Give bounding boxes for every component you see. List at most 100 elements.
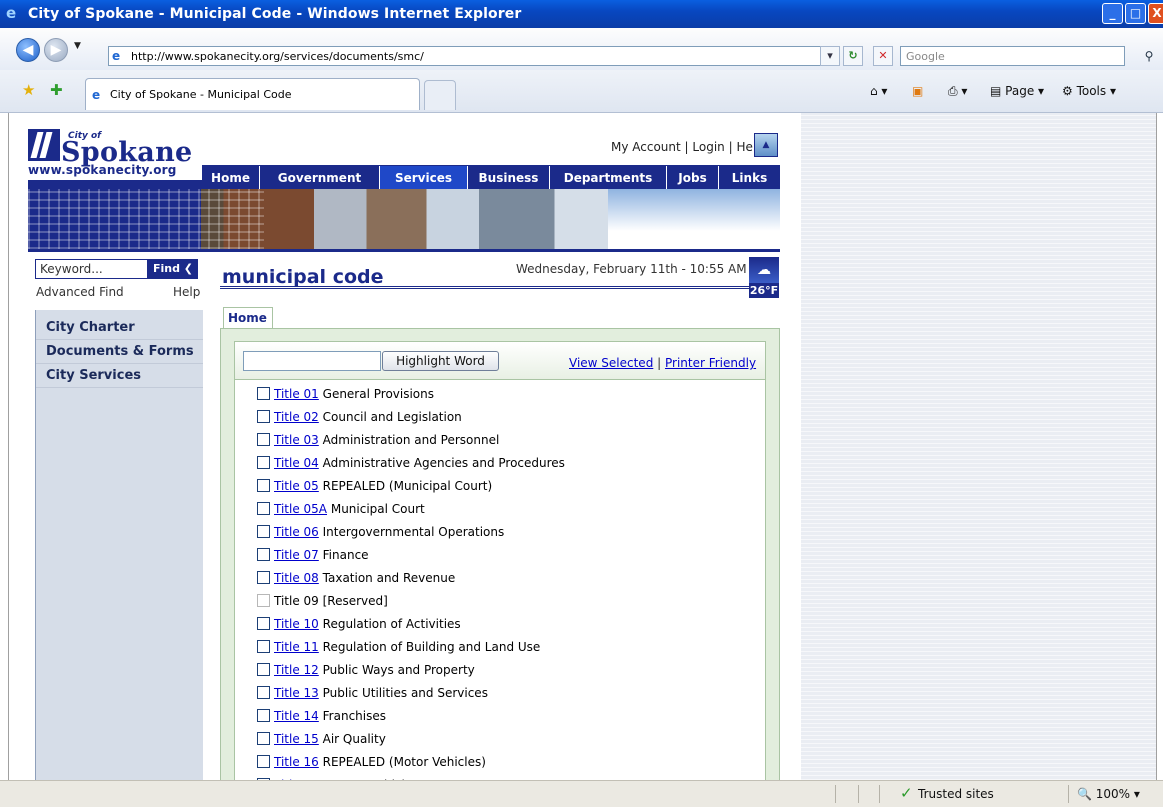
find-button[interactable]: Find ❮: [148, 259, 198, 279]
title-row: Title 11 Regulation of Building and Land…: [257, 636, 757, 659]
status-bar: ✓ Trusted sites 🔍 100% ▾: [0, 780, 1163, 807]
stop-button[interactable]: ✕: [873, 46, 893, 66]
title-label: Regulation of Building and Land Use: [322, 640, 541, 654]
title-label: Title 09 [Reserved]: [274, 594, 388, 608]
tools-menu[interactable]: ⚙ Tools ▾: [1062, 83, 1116, 99]
title-link[interactable]: Title 02: [274, 410, 319, 424]
title-link[interactable]: Title 16: [274, 755, 319, 769]
printer-friendly-link[interactable]: Printer Friendly: [665, 356, 756, 370]
nav-departments[interactable]: Departments: [550, 166, 667, 190]
title-checkbox[interactable]: [257, 640, 270, 653]
highlight-word-button[interactable]: Highlight Word: [382, 351, 499, 371]
title-text: Title 11 Regulation of Building and Land…: [274, 636, 540, 658]
nav-home[interactable]: Home: [202, 166, 260, 190]
title-link[interactable]: Title 13: [274, 686, 319, 700]
sidebar-item-documents-forms[interactable]: Documents & Forms: [36, 340, 203, 364]
title-link[interactable]: Title 15: [274, 732, 319, 746]
title-label: Air Quality: [322, 732, 386, 746]
title-checkbox[interactable]: [257, 709, 270, 722]
minimize-button[interactable]: _: [1102, 3, 1123, 24]
title-checkbox[interactable]: [257, 663, 270, 676]
title-checkbox[interactable]: [257, 617, 270, 630]
temperature: 26°F: [749, 283, 779, 298]
home-icon[interactable]: ⌂ ▾: [870, 83, 887, 99]
title-link[interactable]: Title 05: [274, 479, 319, 493]
title-text: Title 08 Taxation and Revenue: [274, 567, 455, 589]
title-link[interactable]: Title 12: [274, 663, 319, 677]
nav-services[interactable]: Services: [380, 166, 468, 190]
address-field[interactable]: e http://www.spokanecity.org/services/do…: [108, 46, 833, 66]
view-selected-link[interactable]: View Selected: [569, 356, 653, 370]
feeds-icon[interactable]: ▣: [912, 83, 923, 99]
title-checkbox[interactable]: [257, 732, 270, 745]
logo-url: www.spokanecity.org: [28, 163, 177, 177]
print-icon[interactable]: ⎙ ▾: [948, 83, 967, 99]
title-checkbox[interactable]: [257, 479, 270, 492]
title-checkbox[interactable]: [257, 456, 270, 469]
title-text: Title 02 Council and Legislation: [274, 406, 462, 428]
search-input[interactable]: Google: [900, 46, 1125, 66]
search-icon[interactable]: ⚲: [1138, 46, 1160, 66]
title-checkbox[interactable]: [257, 433, 270, 446]
title-checkbox[interactable]: [257, 387, 270, 400]
help-icon[interactable]: ▲: [754, 133, 778, 157]
login-link[interactable]: Login: [692, 140, 724, 154]
forward-button[interactable]: ▶: [44, 38, 68, 62]
title-link[interactable]: Title 01: [274, 387, 319, 401]
close-button[interactable]: X: [1148, 3, 1163, 24]
title-text: Title 01 General Provisions: [274, 383, 434, 405]
tab-municipal-code[interactable]: e City of Spokane - Municipal Code: [85, 78, 420, 110]
header-banner: [28, 189, 780, 249]
status-divider: [1068, 785, 1069, 803]
nav-government[interactable]: Government: [260, 166, 380, 190]
nav-links[interactable]: Links: [719, 166, 780, 190]
title-link[interactable]: Title 14: [274, 709, 319, 723]
page-menu[interactable]: ▤ Page ▾: [990, 83, 1044, 99]
title-checkbox[interactable]: [257, 686, 270, 699]
my-account-link[interactable]: My Account: [611, 140, 681, 154]
sidebar-item-city-charter[interactable]: City Charter: [36, 316, 203, 340]
sidebar-item-city-services[interactable]: City Services: [36, 364, 203, 388]
favorites-star-icon[interactable]: ★: [22, 81, 35, 99]
title-row: Title 03 Administration and Personnel: [257, 429, 757, 452]
advanced-find-link[interactable]: Advanced Find: [36, 285, 124, 299]
refresh-button[interactable]: ↻: [843, 46, 863, 66]
title-checkbox[interactable]: [257, 548, 270, 561]
status-divider: [858, 785, 859, 803]
title-label: Public Utilities and Services: [322, 686, 488, 700]
recent-pages-dropdown[interactable]: ▼: [74, 41, 81, 51]
title-row: Title 10 Regulation of Activities: [257, 613, 757, 636]
keyword-search-input[interactable]: Keyword...: [35, 259, 148, 279]
highlight-input[interactable]: [243, 351, 381, 371]
title-link[interactable]: Title 04: [274, 456, 319, 470]
spokane-logo[interactable]: City of Spokane www.spokanecity.org: [28, 129, 194, 187]
title-link[interactable]: Title 05A: [274, 502, 327, 516]
title-link[interactable]: Title 07: [274, 548, 319, 562]
title-checkbox[interactable]: [257, 502, 270, 515]
title-link[interactable]: Title 11: [274, 640, 319, 654]
sidebar-help-link[interactable]: Help: [173, 285, 200, 299]
title-row: Title 02 Council and Legislation: [257, 406, 757, 429]
title-checkbox[interactable]: [257, 410, 270, 423]
zoom-level[interactable]: 🔍 100% ▾: [1077, 786, 1140, 802]
tab-home[interactable]: Home: [223, 307, 273, 329]
title-link[interactable]: Title 08: [274, 571, 319, 585]
title-checkbox[interactable]: [257, 755, 270, 768]
title-link[interactable]: Title 06: [274, 525, 319, 539]
nav-business[interactable]: Business: [468, 166, 550, 190]
nav-jobs[interactable]: Jobs: [667, 166, 719, 190]
address-dropdown-button[interactable]: ▾: [820, 46, 840, 66]
title-checkbox: [257, 594, 270, 607]
title-checkbox[interactable]: [257, 525, 270, 538]
add-favorites-icon[interactable]: ✚: [50, 81, 63, 99]
maximize-button[interactable]: □: [1125, 3, 1146, 24]
zone-label[interactable]: Trusted sites: [918, 786, 994, 802]
new-tab-button[interactable]: [424, 80, 456, 110]
page-background: [801, 113, 1156, 780]
back-button[interactable]: ◀: [16, 38, 40, 62]
title-link[interactable]: Title 10: [274, 617, 319, 631]
title-link[interactable]: Title 03: [274, 433, 319, 447]
title-checkbox[interactable]: [257, 571, 270, 584]
search-placeholder: Google: [906, 50, 945, 63]
title-underline: [220, 286, 760, 289]
